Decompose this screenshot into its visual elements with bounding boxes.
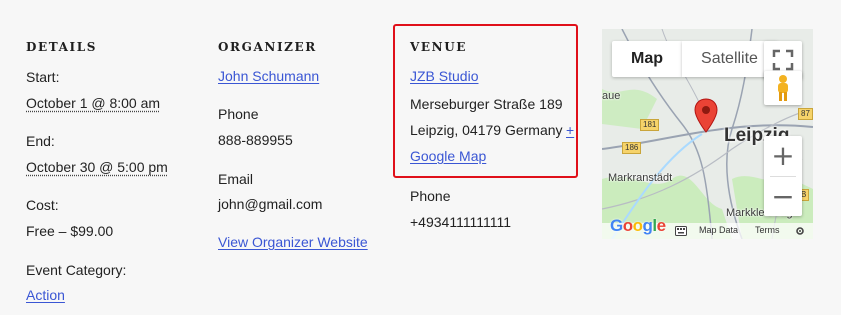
venue-phone-value: +4934111111111 <box>410 214 512 230</box>
road-sign-181: 181 <box>640 119 660 131</box>
organizer-phone-value: 888-889955 <box>218 132 293 148</box>
organizer-website-link[interactable]: View Organizer Website <box>218 233 368 251</box>
terms-link[interactable]: Terms <box>755 225 780 235</box>
map-place-aue: aue <box>602 90 621 102</box>
organizer-phone-label: Phone <box>218 106 259 122</box>
map-data-label[interactable]: Map Data <box>699 225 738 235</box>
map-type-map-tab[interactable]: Map <box>612 41 682 77</box>
cost-label: Cost: <box>26 197 59 213</box>
zoom-controls: + − <box>764 136 802 216</box>
location-pin-icon[interactable] <box>694 98 718 134</box>
google-logo[interactable]: Google <box>610 216 666 236</box>
venue-phone-label: Phone <box>410 188 451 204</box>
end-label: End: <box>26 133 55 149</box>
zoom-out-button[interactable]: − <box>764 177 802 217</box>
zoom-in-button[interactable]: + <box>764 136 802 176</box>
event-category-label: Event Category: <box>26 262 127 278</box>
venue-heading: VENUE <box>410 40 468 54</box>
google-map-plus-link[interactable]: + <box>566 121 574 139</box>
start-value: October 1 @ 8:00 am <box>26 95 161 111</box>
venue-city-line: Leipzig, 04179 Germany <box>410 122 563 138</box>
google-map-link[interactable]: Google Map <box>410 147 486 165</box>
venue-name-link[interactable]: JZB Studio <box>410 67 478 85</box>
keyboard-icon[interactable] <box>675 226 687 236</box>
cost-value: Free – $99.00 <box>26 223 114 239</box>
end-value: October 30 @ 5:00 pm <box>26 159 168 175</box>
settings-gear-icon[interactable] <box>795 226 805 236</box>
road-sign-186: 186 <box>622 142 642 154</box>
start-label: Start: <box>26 69 60 85</box>
organizer-email-label: Email <box>218 171 254 187</box>
map-type-satellite-tab[interactable]: Satellite <box>682 41 777 77</box>
road-sign-87: 87 <box>798 108 813 120</box>
organizer-name-link[interactable]: John Schumann <box>218 67 319 85</box>
details-heading: DETAILS <box>26 40 98 54</box>
street-view-pegman-icon[interactable] <box>764 71 802 105</box>
organizer-email-value: john@gmail.com <box>218 196 323 212</box>
event-category-link[interactable]: Action <box>26 286 65 304</box>
venue-street: Merseburger Straße 189 <box>410 96 563 112</box>
map-place-markranstadt: Markranstädt <box>608 172 673 184</box>
organizer-heading: ORGANIZER <box>218 40 317 54</box>
venue-map[interactable]: Map Satellite Leipzig Markranstädt Markk… <box>602 29 813 239</box>
